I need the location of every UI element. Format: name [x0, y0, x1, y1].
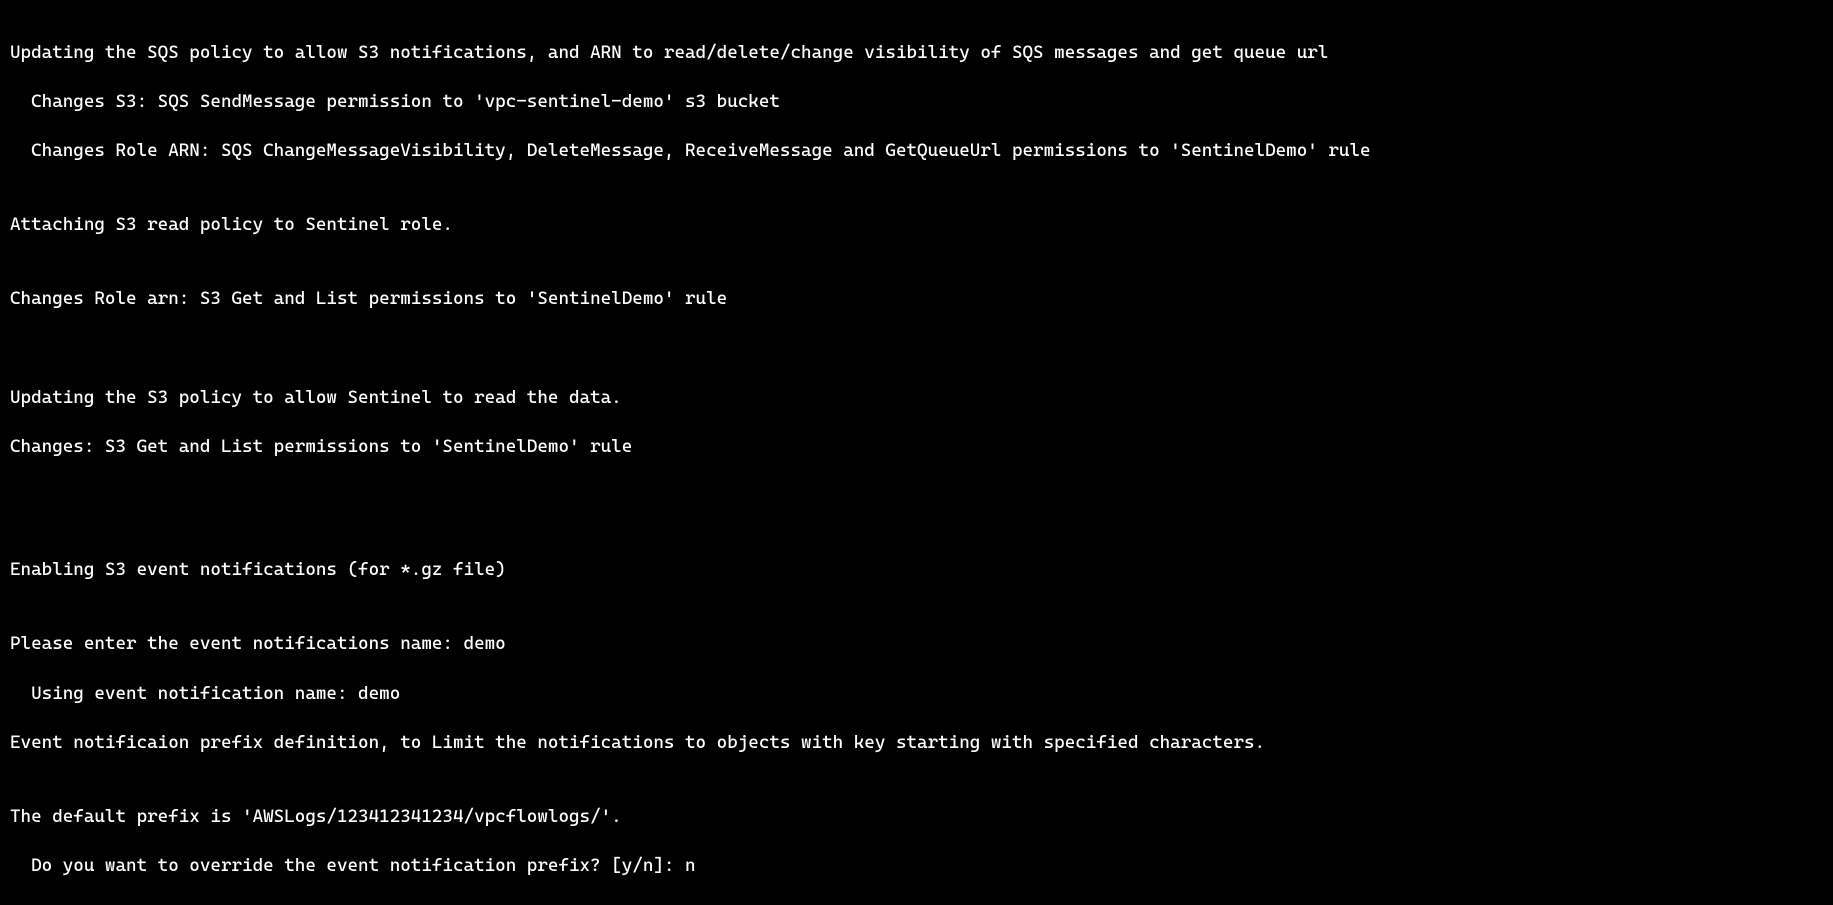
output-line: Updating the SQS policy to allow S3 noti…: [10, 41, 1823, 66]
terminal-output[interactable]: Updating the SQS policy to allow S3 noti…: [0, 0, 1833, 905]
output-line: Event notificaion prefix definition, to …: [10, 731, 1823, 756]
output-line: Changes: S3 Get and List permissions to …: [10, 435, 1823, 460]
prompt-line: Do you want to override the event notifi…: [10, 854, 1823, 879]
output-line: The default prefix is 'AWSLogs/123412341…: [10, 805, 1823, 830]
output-line: Changes S3: SQS SendMessage permission t…: [10, 90, 1823, 115]
output-line: Updating the S3 policy to allow Sentinel…: [10, 386, 1823, 411]
output-line: Using event notification name: demo: [10, 682, 1823, 707]
output-line: Changes Role arn: S3 Get and List permis…: [10, 287, 1823, 312]
output-line: Enabling S3 event notifications (for *.g…: [10, 558, 1823, 583]
prompt-line: Please enter the event notifications nam…: [10, 632, 1823, 657]
output-line: Changes Role ARN: SQS ChangeMessageVisib…: [10, 139, 1823, 164]
output-line: Attaching S3 read policy to Sentinel rol…: [10, 213, 1823, 238]
